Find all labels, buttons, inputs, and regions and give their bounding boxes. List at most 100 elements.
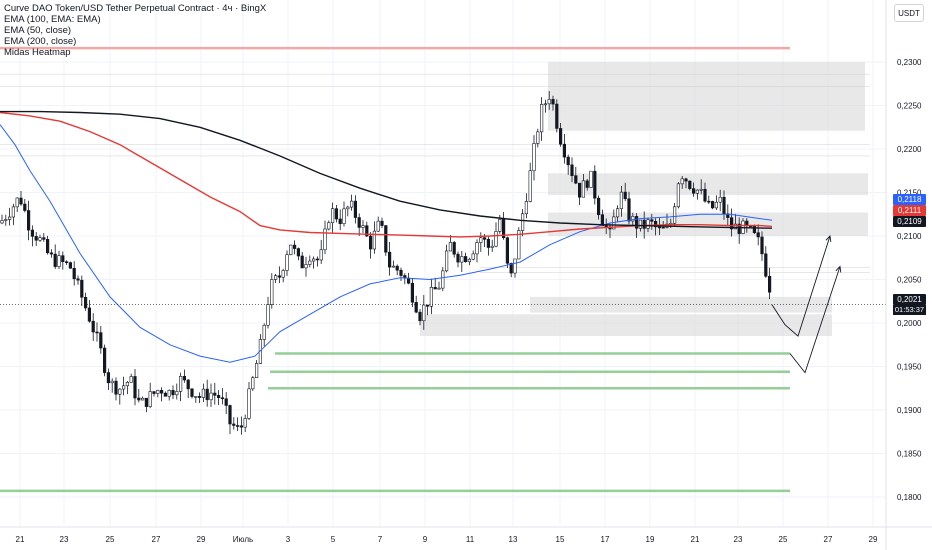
candle (570, 164, 574, 176)
candle (4, 219, 8, 221)
candle (672, 206, 677, 224)
candle (106, 372, 110, 384)
candle (441, 270, 445, 289)
price-tick-label: 0,2200 (897, 145, 922, 154)
candle (574, 175, 578, 184)
candle (201, 388, 206, 398)
candle (338, 218, 342, 224)
chart-legend: Curve DAO Token/USD Tether Perpetual Con… (4, 3, 266, 58)
candle (228, 405, 232, 425)
candle (255, 363, 259, 378)
candle (456, 253, 460, 263)
price-tick-label: 0,2300 (897, 58, 922, 67)
candle (422, 304, 426, 322)
candle (148, 391, 152, 407)
candle (80, 279, 84, 298)
candle (676, 183, 680, 208)
candle (217, 395, 221, 398)
candle (251, 377, 255, 390)
time-tick-label: 7 (378, 535, 383, 544)
candle (243, 418, 247, 428)
candle (596, 197, 601, 216)
candle (19, 197, 23, 205)
candle (315, 258, 320, 261)
candle (323, 228, 327, 251)
time-tick-label: 25 (779, 535, 788, 544)
candle (296, 248, 301, 257)
candle (558, 128, 563, 145)
candle (72, 267, 76, 280)
candle (122, 385, 126, 390)
candle (160, 390, 164, 394)
time-tick-label: 3 (286, 535, 291, 544)
candle (198, 396, 202, 398)
candle (53, 253, 57, 267)
candle (144, 397, 149, 407)
legend-ema200: EMA (200, close) (4, 36, 77, 47)
time-tick-label: 23 (734, 535, 743, 544)
candle (623, 191, 627, 200)
time-tick-label: 21 (16, 535, 25, 544)
candle (555, 103, 559, 129)
candle (399, 269, 403, 276)
candle (661, 226, 665, 229)
candle (615, 208, 620, 218)
candle (133, 376, 137, 399)
candle (551, 99, 555, 105)
candle (604, 225, 608, 228)
candle (205, 388, 209, 401)
candle (311, 258, 316, 262)
candle (479, 237, 483, 243)
candle (357, 217, 361, 228)
candle (505, 237, 510, 264)
time-tick-label: 29 (197, 535, 206, 544)
candle (448, 242, 453, 252)
time-tick-label: 11 (466, 535, 475, 544)
candle (61, 255, 65, 263)
ema200-price-tag: 0,2111 (893, 205, 926, 216)
candle (349, 200, 354, 208)
candle (213, 392, 217, 396)
candle (76, 278, 80, 281)
currency-button[interactable]: USDT (894, 4, 924, 22)
candle (460, 256, 464, 263)
candle (8, 216, 12, 220)
candle (650, 219, 654, 222)
candle (444, 250, 449, 272)
candle (327, 222, 331, 230)
candle (49, 252, 53, 255)
candle (334, 208, 339, 220)
candle (285, 254, 289, 271)
ema50-price-tag: 0,2118 (893, 194, 926, 205)
candle (262, 324, 266, 340)
candle (0, 220, 4, 224)
candle (418, 311, 422, 322)
candle (566, 156, 570, 166)
candle (68, 262, 72, 269)
candle (722, 196, 726, 215)
candle (11, 206, 15, 218)
ema100-price-tag: 0,2109 (893, 216, 926, 227)
candle (353, 200, 358, 218)
candle (593, 170, 597, 199)
candle (270, 279, 274, 305)
candle (714, 201, 718, 209)
candle (42, 237, 46, 240)
candle (91, 320, 95, 333)
candle (190, 388, 194, 397)
candle (232, 423, 236, 426)
time-tick-label: 21 (691, 535, 700, 544)
candle (57, 255, 61, 267)
candle (691, 188, 696, 194)
price-tick-label: 0,1900 (897, 406, 922, 415)
candle (368, 235, 373, 250)
candle (688, 180, 692, 189)
price-chart[interactable]: 0,23000,22500,22000,21500,21000,20500,20… (0, 0, 932, 550)
candle (277, 275, 282, 278)
candle (631, 216, 635, 222)
candle (281, 270, 285, 278)
candle (175, 391, 179, 396)
candle (179, 376, 183, 392)
candle (103, 347, 107, 373)
candle (292, 244, 297, 249)
